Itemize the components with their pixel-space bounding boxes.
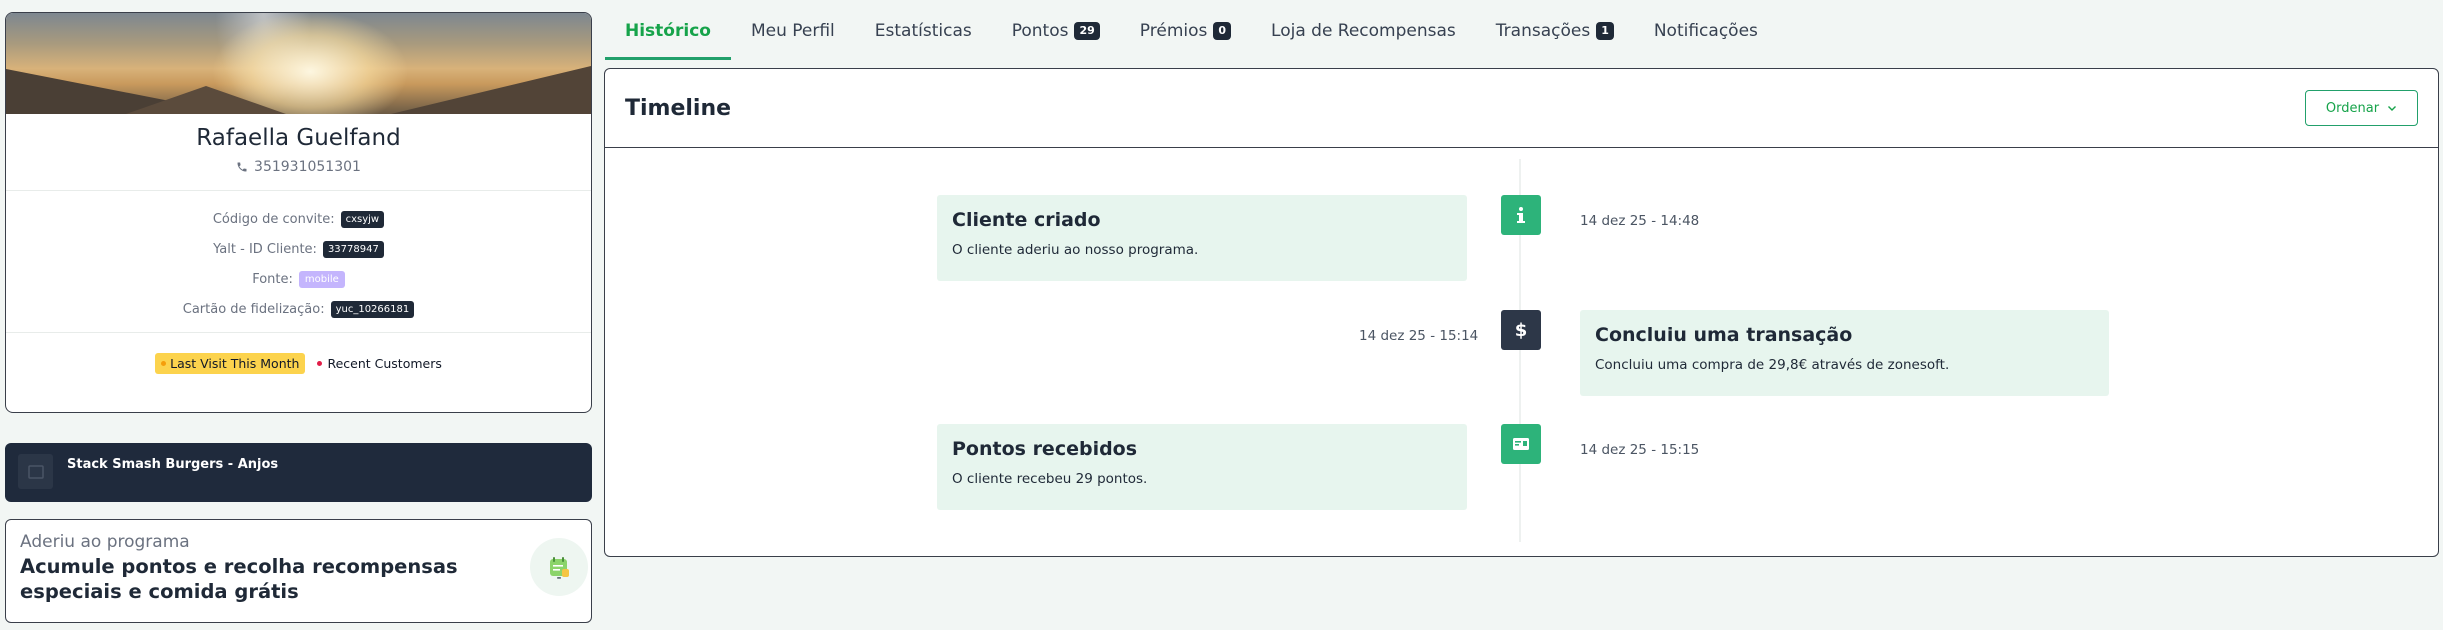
tab-label: Notificações bbox=[1653, 21, 1758, 41]
timeline-title: Timeline bbox=[625, 95, 732, 121]
timeline-card: Timeline Ordenar Cliente criado O client… bbox=[604, 68, 2439, 557]
timeline-event: Pontos recebidos O cliente recebeu 29 po… bbox=[937, 424, 1467, 510]
card-icon bbox=[1513, 438, 1529, 450]
invite-code-row: Código de convite: cxsyjw bbox=[6, 204, 591, 234]
timeline-marker bbox=[1501, 195, 1541, 235]
info-icon bbox=[1517, 207, 1525, 223]
customer-tabs: Histórico Meu Perfil Estatísticas Pontos… bbox=[605, 0, 1778, 62]
event-text: Concluiu uma compra de 29,8€ através de … bbox=[1595, 357, 1950, 373]
client-id-badge: 33778947 bbox=[322, 240, 384, 258]
invite-code-label: Código de convite: bbox=[212, 211, 335, 227]
tab-label: Meu Perfil bbox=[750, 21, 835, 41]
tab-label: Loja de Recompensas bbox=[1271, 21, 1456, 41]
timeline-marker bbox=[1501, 424, 1541, 464]
event-time: 14 dez 25 - 15:14 bbox=[1359, 328, 1479, 344]
timeline-header: Timeline Ordenar bbox=[605, 69, 2438, 148]
customer-profile-card: Rafaella Guelfand 351931051301 Código de… bbox=[5, 12, 592, 413]
customer-info-list: Código de convite: cxsyjw Yalt - ID Clie… bbox=[6, 191, 591, 324]
store-icon bbox=[27, 464, 44, 479]
phone-number: 351931051301 bbox=[254, 159, 361, 175]
segment-dot bbox=[317, 361, 323, 366]
event-text: O cliente aderiu ao nosso programa. bbox=[952, 242, 1199, 258]
tab-count-badge: 1 bbox=[1596, 22, 1614, 40]
program-join-card: Aderiu ao programa Acumule pontos e reco… bbox=[5, 519, 592, 623]
store-logo bbox=[18, 454, 53, 489]
loyalty-card-badge: yuc_10266181 bbox=[330, 300, 415, 318]
tab-pontos[interactable]: Pontos 29 bbox=[992, 0, 1120, 62]
source-row: Fonte: mobile bbox=[6, 264, 591, 294]
timeline-event: Cliente criado O cliente aderiu ao nosso… bbox=[937, 195, 1467, 281]
tab-label: Estatísticas bbox=[874, 21, 972, 41]
tab-transacoes[interactable]: Transações 1 bbox=[1476, 0, 1634, 62]
segment-label: Last Visit This Month bbox=[170, 356, 300, 371]
event-title: Concluiu uma transação bbox=[1595, 324, 1853, 346]
phone-icon bbox=[237, 162, 247, 172]
client-id-label: Yalt - ID Cliente: bbox=[213, 241, 317, 257]
event-time: 14 dez 25 - 14:48 bbox=[1580, 213, 1700, 229]
tab-label: Histórico bbox=[625, 21, 711, 41]
tab-count-badge: 29 bbox=[1074, 22, 1100, 40]
customer-segments: Last Visit This Month Recent Customers bbox=[6, 353, 591, 374]
store-name: Stack Smash Burgers - Anjos bbox=[67, 457, 279, 472]
segment-label: Recent Customers bbox=[327, 356, 442, 371]
tab-premios[interactable]: Prémios 0 bbox=[1120, 0, 1251, 62]
timeline-marker: $ bbox=[1501, 310, 1541, 350]
profile-cover-image bbox=[6, 13, 591, 114]
tab-loja-recompensas[interactable]: Loja de Recompensas bbox=[1251, 0, 1476, 62]
event-text: O cliente recebeu 29 pontos. bbox=[952, 471, 1148, 487]
tab-estatisticas[interactable]: Estatísticas bbox=[855, 0, 992, 62]
customer-name: Rafaella Guelfand bbox=[196, 125, 401, 151]
tab-count-badge: 0 bbox=[1213, 22, 1232, 40]
program-description: Acumule pontos e recolha recompensas esp… bbox=[20, 555, 458, 603]
invite-code-badge: cxsyjw bbox=[340, 210, 385, 228]
loyalty-card-row: Cartão de fidelização: yuc_10266181 bbox=[6, 294, 591, 324]
tab-historico[interactable]: Histórico bbox=[605, 0, 731, 62]
event-title: Cliente criado bbox=[952, 209, 1101, 231]
sort-button[interactable]: Ordenar bbox=[2305, 90, 2418, 126]
program-join-label: Aderiu ao programa bbox=[20, 532, 190, 552]
tab-label: Transações bbox=[1495, 21, 1591, 41]
chevron-down-icon bbox=[2388, 106, 2397, 111]
customer-phone: 351931051301 bbox=[6, 159, 591, 175]
dollar-icon: $ bbox=[1514, 319, 1528, 341]
loyalty-card-label: Cartão de fidelização: bbox=[182, 301, 325, 317]
tab-label: Prémios bbox=[1139, 21, 1208, 41]
segment-badge[interactable]: Last Visit This Month bbox=[155, 353, 306, 374]
divider bbox=[6, 332, 591, 333]
program-icon-wrap: - bbox=[530, 538, 588, 596]
store-card[interactable]: Stack Smash Burgers - Anjos bbox=[5, 443, 592, 502]
program-dash: - bbox=[556, 570, 562, 586]
event-time: 14 dez 25 - 15:15 bbox=[1580, 442, 1700, 458]
event-title: Pontos recebidos bbox=[952, 438, 1138, 460]
source-label: Fonte: bbox=[252, 271, 293, 287]
tab-meu-perfil[interactable]: Meu Perfil bbox=[731, 0, 855, 62]
timeline-event: Concluiu uma transação Concluiu uma comp… bbox=[1580, 310, 2109, 396]
tab-label: Pontos bbox=[1011, 21, 1069, 41]
sort-label: Ordenar bbox=[2325, 100, 2380, 116]
client-id-row: Yalt - ID Cliente: 33778947 bbox=[6, 234, 591, 264]
segment-badge[interactable]: Recent Customers bbox=[317, 356, 442, 371]
tab-notificacoes[interactable]: Notificações bbox=[1634, 0, 1778, 62]
segment-dot bbox=[161, 361, 167, 366]
source-badge: mobile bbox=[298, 270, 345, 288]
